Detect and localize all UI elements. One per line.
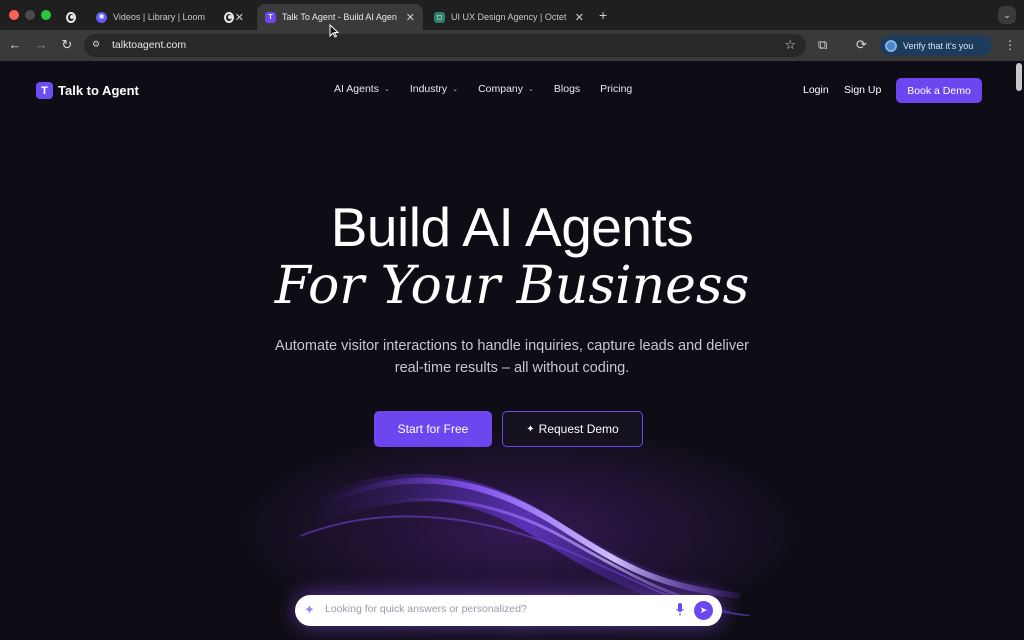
close-tab-icon[interactable]: ✕ [575, 11, 584, 24]
nav-company[interactable]: Company ⌄ [478, 83, 534, 95]
close-window-button[interactable] [9, 10, 19, 20]
browser-window: ✺ Videos | Library | Loom ✕ T Talk To Ag… [0, 0, 1024, 640]
url-text[interactable]: talktoagent.com [112, 39, 186, 51]
ai-sparkle-icon: ✦ [304, 602, 315, 617]
logo-text: Talk to Agent [58, 83, 139, 98]
refresh-profile-icon[interactable]: ⟳ [856, 37, 867, 53]
forward-arrow-icon[interactable]: → [32, 37, 50, 52]
ask-bar[interactable]: ✦ ➤ [295, 595, 722, 626]
reload-icon[interactable]: ↻ [58, 37, 76, 53]
bookmark-star-icon[interactable]: ☆ [784, 37, 796, 53]
extensions-puzzle-icon[interactable]: ⧉ [818, 37, 827, 53]
record-icon [66, 11, 76, 23]
chevron-down-icon: ⌄ [528, 86, 534, 93]
book-demo-button[interactable]: Book a Demo [896, 78, 982, 103]
browser-toolbar: ← → ↻ ⚙ talktoagent.com ☆ ⧉ ⟳ [0, 30, 1024, 61]
verify-label: Verify that it's you [903, 40, 974, 51]
logo-mark: T [36, 82, 53, 99]
send-arrow-icon[interactable]: ➤ [694, 601, 713, 620]
request-demo-button[interactable]: ✦ Request Demo [502, 411, 643, 447]
octet-favicon: ◻ [434, 11, 445, 23]
tab-recording-1[interactable] [58, 4, 84, 30]
loom-icon: ✺ [96, 11, 107, 23]
site-info-icon[interactable]: ⚙ [92, 39, 104, 51]
hero-wave-graphic [299, 473, 752, 616]
record-icon [224, 11, 234, 23]
tab-recording-2[interactable] [216, 4, 242, 30]
close-tab-icon[interactable]: ✕ [406, 11, 415, 24]
tab-strip: ✺ Videos | Library | Loom ✕ T Talk To Ag… [0, 0, 1024, 30]
new-tab-button[interactable]: + [599, 7, 607, 23]
chevron-down-icon: ⌄ [452, 86, 459, 93]
browser-menu-icon[interactable]: ⋮ [1004, 38, 1016, 52]
hero-title-italic: For Your Business [274, 256, 750, 316]
main-nav: AI Agents ⌄ Industry ⌄ Company ⌄ Blogs Pric… [334, 83, 652, 95]
request-demo-label: Request Demo [538, 422, 619, 436]
fullscreen-window-button[interactable] [41, 10, 51, 20]
nav-ai-agents[interactable]: AI Agents ⌄ [334, 83, 390, 95]
signup-link[interactable]: Sign Up [844, 84, 881, 96]
verify-identity-chip[interactable]: Verify that it's you [880, 35, 992, 56]
tab-talk-to-agent[interactable]: T Talk To Agent - Build AI Agen ✕ [257, 4, 423, 30]
microphone-icon[interactable] [676, 603, 684, 616]
sparkle-icon: ✦ [526, 423, 535, 435]
webpage: T Talk to Agent AI Agents ⌄ Industry ⌄ Com… [0, 61, 1024, 640]
profile-avatar-icon [885, 39, 897, 52]
back-arrow-icon[interactable]: ← [6, 37, 24, 52]
nav-blogs[interactable]: Blogs [554, 83, 580, 95]
site-logo[interactable]: T Talk to Agent [36, 82, 139, 99]
nav-industry[interactable]: Industry ⌄ [410, 83, 458, 95]
address-bar[interactable]: ⚙ talktoagent.com ☆ [84, 34, 806, 57]
chevron-down-icon: ⌄ [383, 86, 390, 93]
talk-to-agent-favicon: T [265, 11, 276, 23]
tab-octet-design[interactable]: ◻ UI UX Design Agency | Octet ✕ [426, 4, 592, 30]
tab-search-chevron-icon[interactable]: ⌄ [998, 6, 1016, 24]
login-link[interactable]: Login [803, 84, 829, 96]
minimize-window-button[interactable] [25, 10, 35, 20]
hero-title: Build AI Agents [330, 196, 694, 258]
page-scrollbar[interactable] [1016, 63, 1022, 91]
nav-pricing[interactable]: Pricing [600, 83, 632, 95]
start-for-free-button[interactable]: Start for Free [374, 411, 492, 447]
ask-input[interactable] [325, 603, 665, 615]
hero-subtitle: Automate visitor interactions to handle … [275, 338, 749, 376]
mouse-cursor-icon [329, 24, 339, 38]
